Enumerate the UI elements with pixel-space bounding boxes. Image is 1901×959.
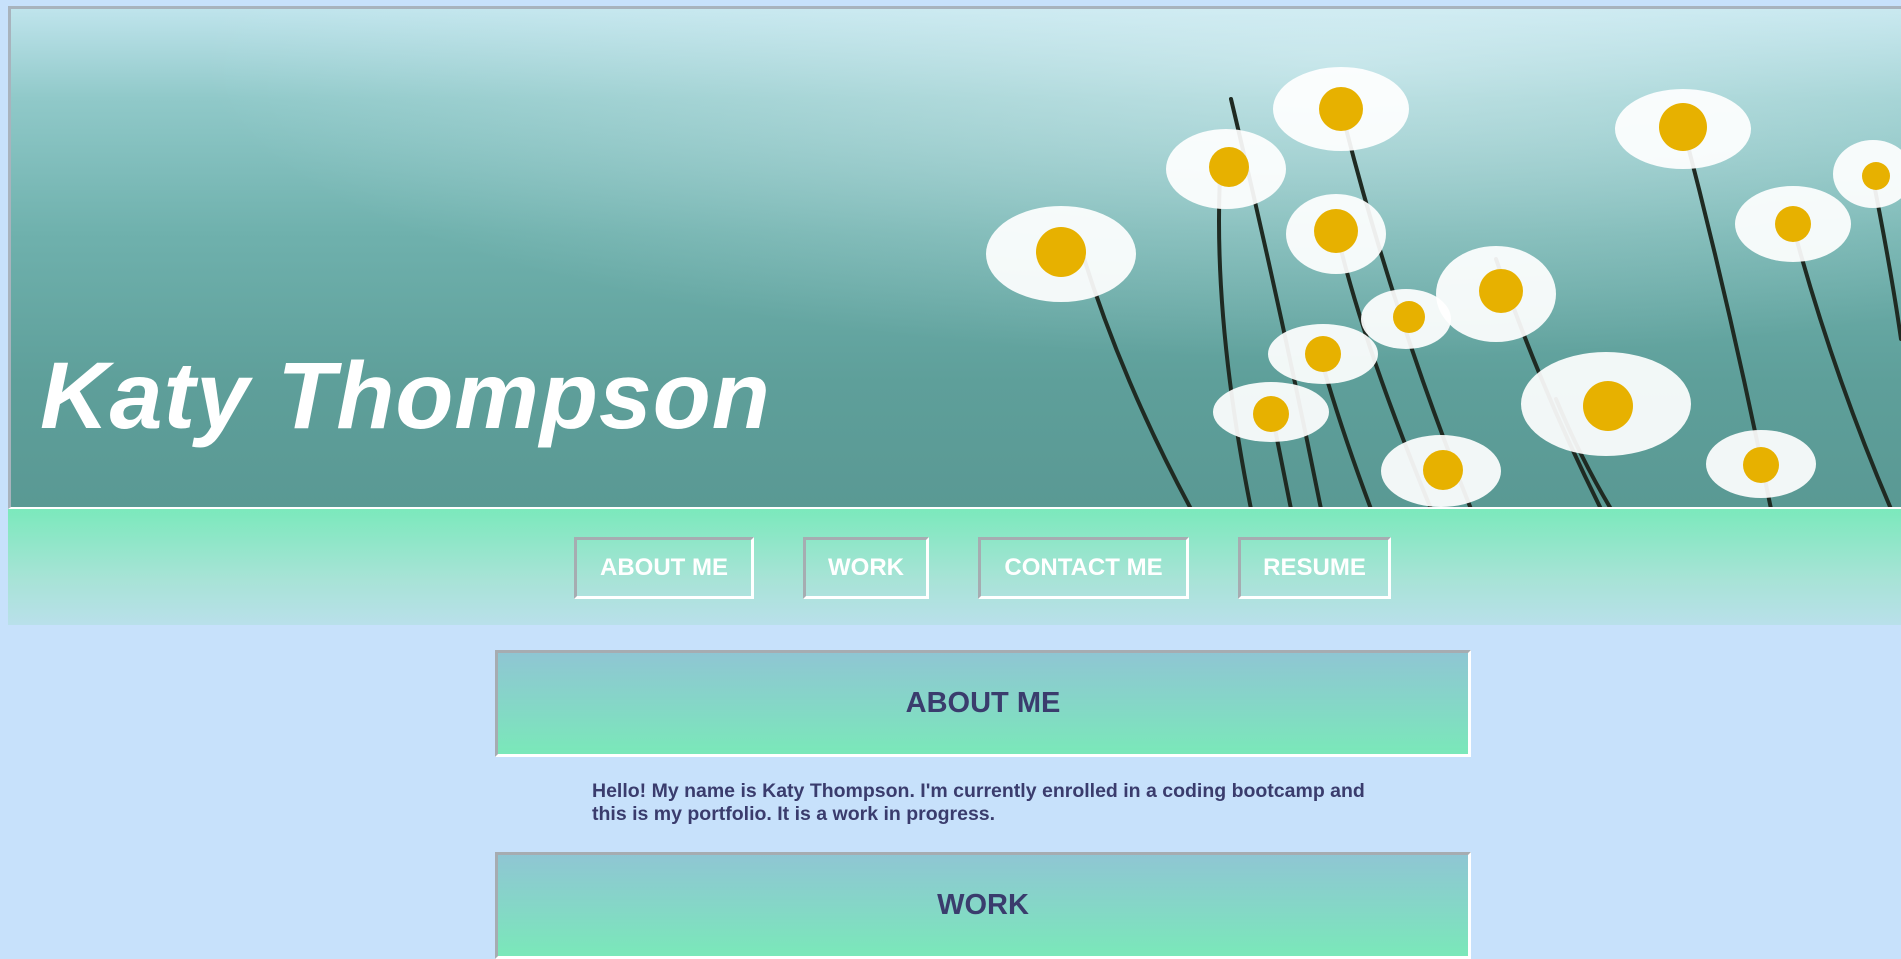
work-section-header: WORK [495, 852, 1471, 959]
main-navigation: ABOUT ME WORK CONTACT ME RESUME [8, 509, 1901, 625]
work-section-title: WORK [937, 889, 1029, 921]
nav-contact-me-button[interactable]: CONTACT ME [978, 537, 1189, 599]
hero-banner: Katy Thompson [8, 6, 1901, 509]
about-section-header: ABOUT ME [495, 650, 1471, 757]
nav-work-button[interactable]: WORK [803, 537, 929, 599]
about-section-body: Hello! My name is Katy Thompson. I'm cur… [592, 780, 1365, 825]
about-section-title: ABOUT ME [905, 687, 1061, 719]
page-title: Katy Thompson [40, 343, 771, 449]
nav-resume-button[interactable]: RESUME [1238, 537, 1391, 599]
nav-about-me-button[interactable]: ABOUT ME [574, 537, 754, 599]
